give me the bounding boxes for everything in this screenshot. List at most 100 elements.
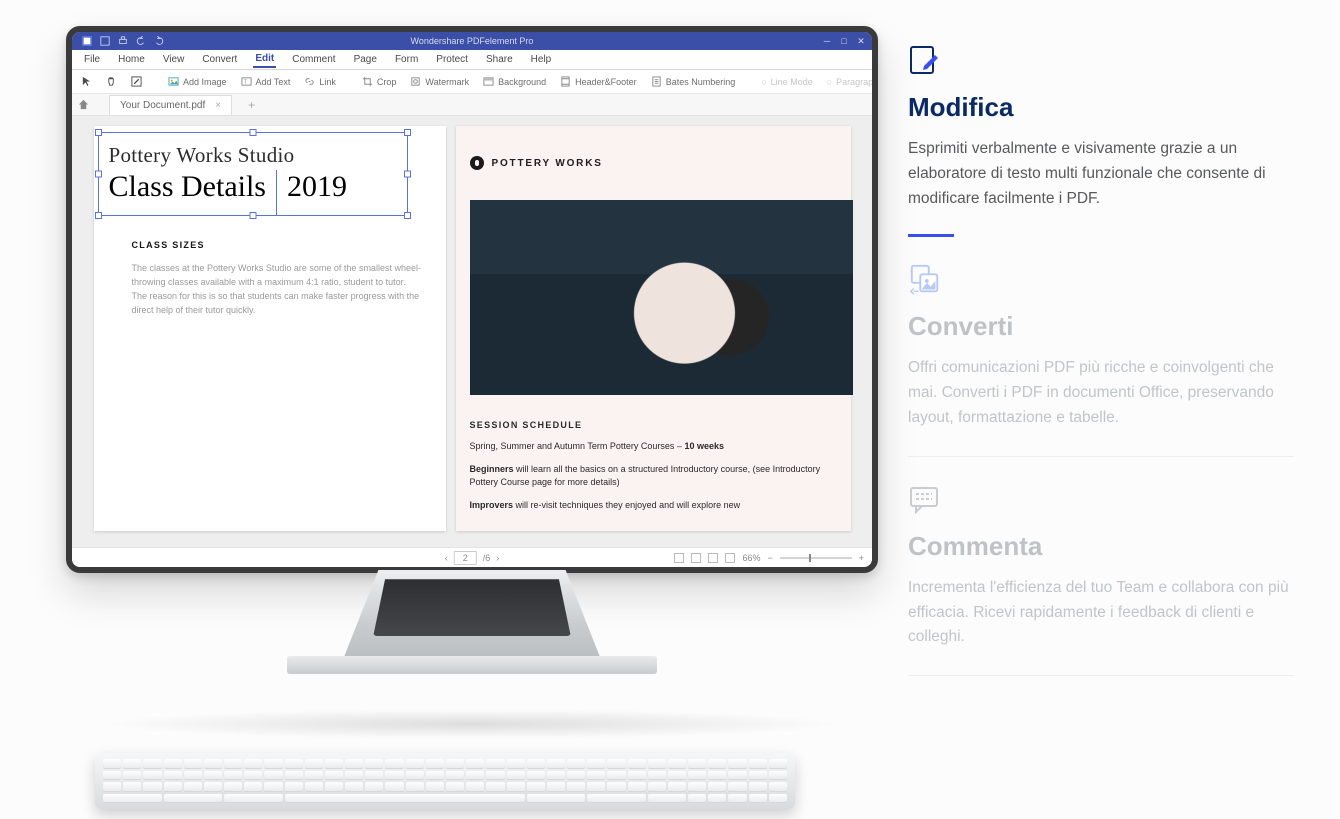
menu-convert[interactable]: Convert bbox=[200, 52, 239, 67]
menu-file[interactable]: File bbox=[82, 52, 102, 67]
schedule-line: Improvers will re-visit techniques they … bbox=[470, 499, 837, 512]
zoom-in[interactable]: + bbox=[859, 553, 864, 563]
crop-button[interactable]: Crop bbox=[359, 76, 400, 87]
menu-help[interactable]: Help bbox=[529, 52, 554, 67]
menu-form[interactable]: Form bbox=[393, 52, 420, 67]
resize-handle[interactable] bbox=[95, 212, 102, 219]
doc-subtitle[interactable]: Pottery Works Studio bbox=[99, 133, 407, 170]
page-next[interactable]: › bbox=[496, 553, 499, 563]
bates-label: Bates Numbering bbox=[666, 77, 736, 87]
feature-title: Commenta bbox=[908, 531, 1294, 562]
view-single-icon[interactable] bbox=[674, 553, 684, 563]
page-left: Pottery Works Studio Class Details 2019 bbox=[94, 126, 446, 531]
edit-text-tool[interactable] bbox=[128, 76, 145, 87]
background-label: Background bbox=[498, 77, 546, 87]
brand-name: POTTERY WORKS bbox=[492, 158, 603, 169]
line-mode-toggle[interactable]: ○ Line Mode bbox=[758, 77, 815, 87]
resize-handle[interactable] bbox=[95, 170, 102, 177]
watermark-button[interactable]: Watermark bbox=[407, 76, 472, 87]
bates-icon bbox=[651, 76, 662, 87]
line-mode-label: Line Mode bbox=[771, 77, 813, 87]
menubar: File Home View Convert Edit Comment Page… bbox=[72, 50, 872, 70]
resize-handle[interactable] bbox=[404, 129, 411, 136]
text-icon: T bbox=[241, 76, 252, 87]
add-text-button[interactable]: TAdd Text bbox=[238, 76, 294, 87]
menu-view[interactable]: View bbox=[161, 52, 187, 67]
menu-protect[interactable]: Protect bbox=[434, 52, 470, 67]
close-button[interactable]: ✕ bbox=[856, 36, 866, 46]
feature-description: Offri comunicazioni PDF più ricche e coi… bbox=[908, 356, 1294, 430]
resize-handle[interactable] bbox=[249, 212, 256, 219]
bates-button[interactable]: Bates Numbering bbox=[648, 76, 739, 87]
section-heading: CLASS SIZES bbox=[132, 241, 422, 250]
tab-filename: Your Document.pdf bbox=[120, 100, 205, 111]
hero-image bbox=[470, 200, 853, 395]
feature-modifica[interactable]: Modifica Esprimiti verbalmente e visivam… bbox=[908, 44, 1294, 237]
brand-logo: POTTERY WORKS bbox=[470, 156, 603, 170]
add-image-label: Add Image bbox=[183, 77, 227, 87]
window-title: Wondershare PDFelement Pro bbox=[72, 36, 872, 46]
feature-commenta[interactable]: Commenta Incrementa l'efficienza del tuo… bbox=[908, 483, 1294, 676]
feature-title: Modifica bbox=[908, 92, 1294, 123]
maximize-button[interactable]: □ bbox=[839, 36, 849, 46]
resize-handle[interactable] bbox=[404, 212, 411, 219]
document-tab[interactable]: Your Document.pdf × bbox=[109, 95, 232, 115]
menu-comment[interactable]: Comment bbox=[290, 52, 337, 67]
text-edit-selection[interactable]: Pottery Works Studio Class Details 2019 bbox=[98, 132, 408, 216]
link-button[interactable]: Link bbox=[301, 76, 339, 87]
home-tab-icon[interactable] bbox=[78, 99, 89, 110]
minimize-button[interactable]: ─ bbox=[822, 36, 832, 46]
page-total: /6 bbox=[483, 553, 491, 563]
menu-home[interactable]: Home bbox=[116, 52, 147, 67]
crop-label: Crop bbox=[377, 77, 397, 87]
pan-tool[interactable] bbox=[103, 76, 120, 87]
view-facing-icon[interactable] bbox=[708, 553, 718, 563]
link-label: Link bbox=[319, 77, 336, 87]
page-prev[interactable]: ‹ bbox=[445, 553, 448, 563]
background-icon bbox=[483, 76, 494, 87]
comment-feature-icon bbox=[908, 483, 942, 517]
convert-feature-icon bbox=[908, 263, 942, 297]
status-bar: ‹ 2 /6 › 66% − + bbox=[72, 547, 872, 567]
document-canvas[interactable]: Pottery Works Studio Class Details 2019 bbox=[72, 116, 872, 547]
resize-handle[interactable] bbox=[249, 129, 256, 136]
edit-feature-icon bbox=[908, 44, 942, 78]
menu-page[interactable]: Page bbox=[352, 52, 379, 67]
view-thumbnails-icon[interactable] bbox=[725, 553, 735, 563]
schedule-line: Spring, Summer and Autumn Term Pottery C… bbox=[470, 440, 837, 453]
new-tab-button[interactable]: + bbox=[248, 98, 255, 112]
view-continuous-icon[interactable] bbox=[691, 553, 701, 563]
paragraph-mode-toggle[interactable]: ○ Paragraph Mode bbox=[824, 77, 878, 87]
watermark-icon bbox=[410, 76, 421, 87]
svg-text:T: T bbox=[243, 79, 247, 85]
page-number[interactable]: 2 bbox=[454, 551, 477, 565]
feature-description: Esprimiti verbalmente e visivamente graz… bbox=[908, 137, 1294, 211]
feature-description: Incrementa l'efficienza del tuo Team e c… bbox=[908, 576, 1294, 650]
zoom-out[interactable]: − bbox=[767, 553, 772, 563]
section-paragraph: The classes at the Pottery Works Studio … bbox=[132, 262, 422, 318]
headerfooter-button[interactable]: Header&Footer bbox=[557, 76, 640, 87]
resize-handle[interactable] bbox=[404, 170, 411, 177]
feature-title: Converti bbox=[908, 311, 1294, 342]
doc-year[interactable]: 2019 bbox=[276, 170, 357, 215]
page-right: POTTERY WORKS SESSION SCHEDULE Spring, S… bbox=[456, 126, 851, 531]
keyboard bbox=[95, 753, 795, 809]
doc-title[interactable]: Class Details bbox=[99, 170, 277, 215]
paragraph-mode-label: Paragraph Mode bbox=[836, 77, 878, 87]
section-heading: SESSION SCHEDULE bbox=[470, 420, 837, 430]
edit-icon bbox=[131, 76, 142, 87]
resize-handle[interactable] bbox=[95, 129, 102, 136]
cursor-icon bbox=[81, 76, 92, 87]
select-tool[interactable] bbox=[78, 76, 95, 87]
titlebar: Wondershare PDFelement Pro ─ □ ✕ bbox=[72, 32, 872, 50]
feature-converti[interactable]: Converti Offri comunicazioni PDF più ric… bbox=[908, 263, 1294, 456]
zoom-slider[interactable] bbox=[780, 557, 852, 559]
add-image-button[interactable]: Add Image bbox=[165, 76, 230, 87]
headerfooter-icon bbox=[560, 76, 571, 87]
tab-close-icon[interactable]: × bbox=[215, 100, 221, 111]
background-button[interactable]: Background bbox=[480, 76, 549, 87]
menu-share[interactable]: Share bbox=[484, 52, 515, 67]
menu-edit[interactable]: Edit bbox=[253, 51, 276, 68]
monitor-stand bbox=[272, 573, 672, 733]
image-icon bbox=[168, 76, 179, 87]
